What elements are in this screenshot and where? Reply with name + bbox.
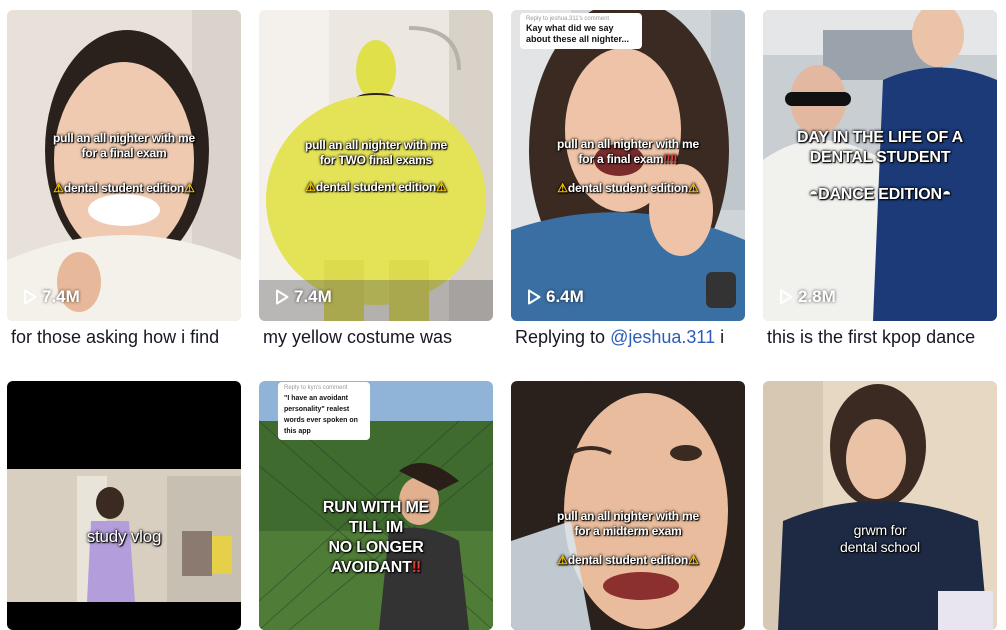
warning-icon: ⚠ [436,180,447,194]
video-overlay-text: RUN WITH ME TILL IM NO LONGER AVOIDANT‼ [322,499,430,576]
sunglasses-icon: ◓ [808,186,819,203]
video-overlay-text: grwm for dental school [840,522,920,555]
view-count: 7.4M [275,287,332,307]
play-outline-icon [24,289,37,305]
video-overlay-text: pull an all nighter with me for a final … [557,137,699,195]
video-description[interactable]: for those asking how i find [11,327,251,348]
view-count: 6.4M [527,287,584,307]
play-outline-icon [780,289,793,305]
video-tile-6[interactable]: Reply to kyn's comment "I have an avoida… [259,381,493,630]
video-overlay-text: pull an all nighter with me for a final … [53,131,195,195]
warning-icon: ⚠ [305,180,316,194]
warning-icon: ⚠ [688,181,699,195]
video-description[interactable]: Replying to @jeshua.311 i [515,327,755,348]
video-tile-8[interactable]: grwm for dental school [763,381,997,630]
video-thumbnail [763,381,997,630]
video-tile-2[interactable]: pull an all nighter with me for TWO fina… [259,10,493,321]
reply-comment-bubble: Reply to kyn's comment "I have an avoida… [278,382,370,440]
video-thumbnail [7,381,241,630]
view-count: 7.4M [23,287,80,307]
warning-icon: ⚠ [53,181,64,195]
play-outline-icon [276,289,289,305]
warning-icon: ⚠ [557,553,568,567]
sunglasses-icon: ◓ [941,186,952,203]
play-outline-icon [528,289,541,305]
warning-icon: ⚠ [557,181,568,195]
video-overlay-text: DAY IN THE LIFE OF A DENTAL STUDENT ◓DAN… [796,129,964,203]
reply-comment-bubble: Reply to jeshua.311's comment Kay what d… [520,13,642,49]
video-overlay-text: study vlog [86,527,162,546]
video-tile-7[interactable]: pull an all nighter with me for a midter… [511,381,745,630]
video-overlay-text: pull an all nighter with me for a midter… [557,509,699,567]
video-thumbnail [511,381,745,630]
video-description[interactable]: my yellow costume was [263,327,503,348]
view-count: 2.8M [779,287,836,307]
mention-link[interactable]: @jeshua.311 [610,327,715,347]
warning-icon: ⚠ [688,553,699,567]
warning-icon: ⚠ [184,181,195,195]
video-tile-5[interactable]: study vlog [7,381,241,630]
double-exclamation-icon: ‼‼ [663,152,678,166]
double-exclamation-icon: ‼ [411,559,422,576]
video-tile-4[interactable]: DAY IN THE LIFE OF A DENTAL STUDENT ◓DAN… [763,10,997,321]
video-tile-3[interactable]: Reply to jeshua.311's comment Kay what d… [511,10,745,321]
video-description[interactable]: this is the first kpop dance [767,327,1006,348]
video-tile-1[interactable]: pull an all nighter with me for a final … [7,10,241,321]
video-overlay-text: pull an all nighter with me for TWO fina… [305,138,447,194]
